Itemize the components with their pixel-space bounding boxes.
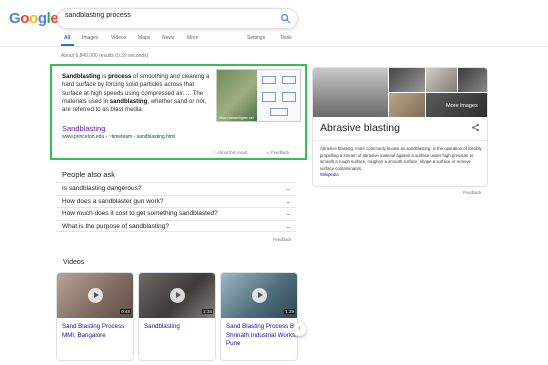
search-tabs: All Images Videos Maps News More Setting… [0, 32, 548, 45]
tab-settings[interactable]: Settings [247, 35, 265, 41]
video-duration: 1:29 [284, 309, 295, 314]
video-title: Sand Blasting Process MMI, Bangalore [62, 323, 125, 339]
kp-description: Abrasive blasting, more commonly known a… [320, 146, 482, 179]
video-card[interactable]: 2:34 Sandblasting [138, 272, 216, 361]
video-duration: 2:34 [202, 309, 213, 314]
tab-news[interactable]: News [162, 35, 175, 41]
search-box[interactable] [57, 8, 298, 29]
tab-tools[interactable]: Tools [280, 35, 292, 41]
logo-letter: o [20, 10, 30, 27]
snippet-url: www.princeton.edu › ~timeteam › sandblas… [62, 134, 176, 140]
snippet-image-diagram [258, 70, 300, 121]
paa-question[interactable]: Is sandblasting dangerous? ⌄ [56, 182, 296, 195]
kp-feedback[interactable]: Feedback [463, 190, 481, 195]
chevron-right-icon[interactable]: › [293, 323, 306, 336]
about-this-result[interactable]: ⓘ About this result [212, 150, 247, 156]
kp-image[interactable] [458, 68, 487, 92]
kp-divider [313, 140, 487, 141]
snippet-image-photo [217, 70, 257, 121]
tab-more[interactable]: More [187, 35, 198, 41]
paa-question-text: What is the purpose of sandblasting? [62, 222, 169, 230]
share-icon[interactable] [471, 123, 480, 132]
chevron-down-icon: ⌄ [284, 223, 292, 230]
kp-title: Abrasive blasting [320, 122, 400, 134]
snippet-image-caption: www.researchgate.net [219, 116, 254, 120]
kp-description-text: Abrasive blasting, more commonly known a… [320, 146, 482, 171]
snippet-text: Sandblasting is process of smoothing and… [62, 73, 210, 114]
kp-image[interactable] [389, 93, 425, 117]
people-also-ask-list: Is sandblasting dangerous? ⌄ How does a s… [56, 182, 296, 232]
kp-image[interactable] [389, 68, 425, 92]
paa-feedback[interactable]: Feedback [273, 237, 291, 242]
paa-question-text: Is sandblasting dangerous? [62, 185, 142, 192]
paa-question-text: How does a sandblaster gun work? [62, 197, 164, 205]
snippet-image[interactable]: www.researchgate.net [216, 69, 301, 122]
chevron-down-icon: ⌄ [284, 198, 292, 205]
videos-title: Videos [63, 259, 85, 266]
logo-letter: o [29, 10, 38, 27]
wikipedia-link[interactable]: Wikipedia [320, 172, 339, 177]
snippet-feedback[interactable]: ▭ Feedback [266, 150, 290, 155]
header-divider [0, 46, 548, 47]
chevron-down-icon: ⌄ [284, 186, 292, 192]
logo-letter: g [37, 10, 47, 27]
video-card[interactable]: 0:48 Sand Blasting Process MMI, Bangalor… [56, 272, 134, 361]
tab-all[interactable]: All [64, 35, 70, 41]
video-title: Sand Blasting Process By Shrinath Indust… [226, 323, 298, 347]
kp-image[interactable] [426, 68, 457, 92]
search-icon[interactable] [280, 13, 291, 24]
play-icon [252, 288, 267, 303]
paa-question[interactable]: What is the purpose of sandblasting? ⌄ [56, 219, 296, 232]
snippet-title-link[interactable]: Sandblasting [62, 124, 105, 133]
tab-videos[interactable]: Videos [111, 35, 126, 41]
results-count: About 6,840,000 results (0.39 seconds) [61, 53, 149, 59]
chevron-down-icon: ⌄ [284, 211, 292, 217]
feedback-icon: ▭ [266, 150, 270, 155]
more-images-link[interactable]: More images [446, 103, 478, 109]
paa-question[interactable]: How much does it cost to get something s… [56, 207, 296, 220]
paa-question-text: How much does it cost to get something s… [62, 210, 218, 217]
logo-letter: G [9, 10, 21, 27]
feedback-label: Feedback [271, 150, 290, 155]
video-title: Sandblasting [144, 323, 180, 330]
featured-snippet: Sandblasting is process of smoothing and… [50, 64, 307, 160]
play-icon [88, 288, 103, 303]
play-icon [170, 288, 185, 303]
tab-images[interactable]: Images [82, 35, 98, 41]
video-duration: 0:48 [120, 309, 131, 314]
about-label: About this result [217, 150, 248, 155]
paa-question[interactable]: How does a sandblaster gun work? ⌄ [56, 194, 296, 208]
kp-image-main[interactable] [313, 68, 388, 117]
search-input[interactable] [65, 12, 265, 19]
video-card[interactable]: 1:29 Sand Blasting Process By Shrinath I… [220, 272, 298, 361]
tab-maps[interactable]: Maps [138, 35, 150, 41]
people-also-ask-title: People also ask [62, 170, 115, 179]
help-icon: ⓘ [212, 150, 217, 155]
google-logo[interactable]: Google [9, 10, 59, 27]
